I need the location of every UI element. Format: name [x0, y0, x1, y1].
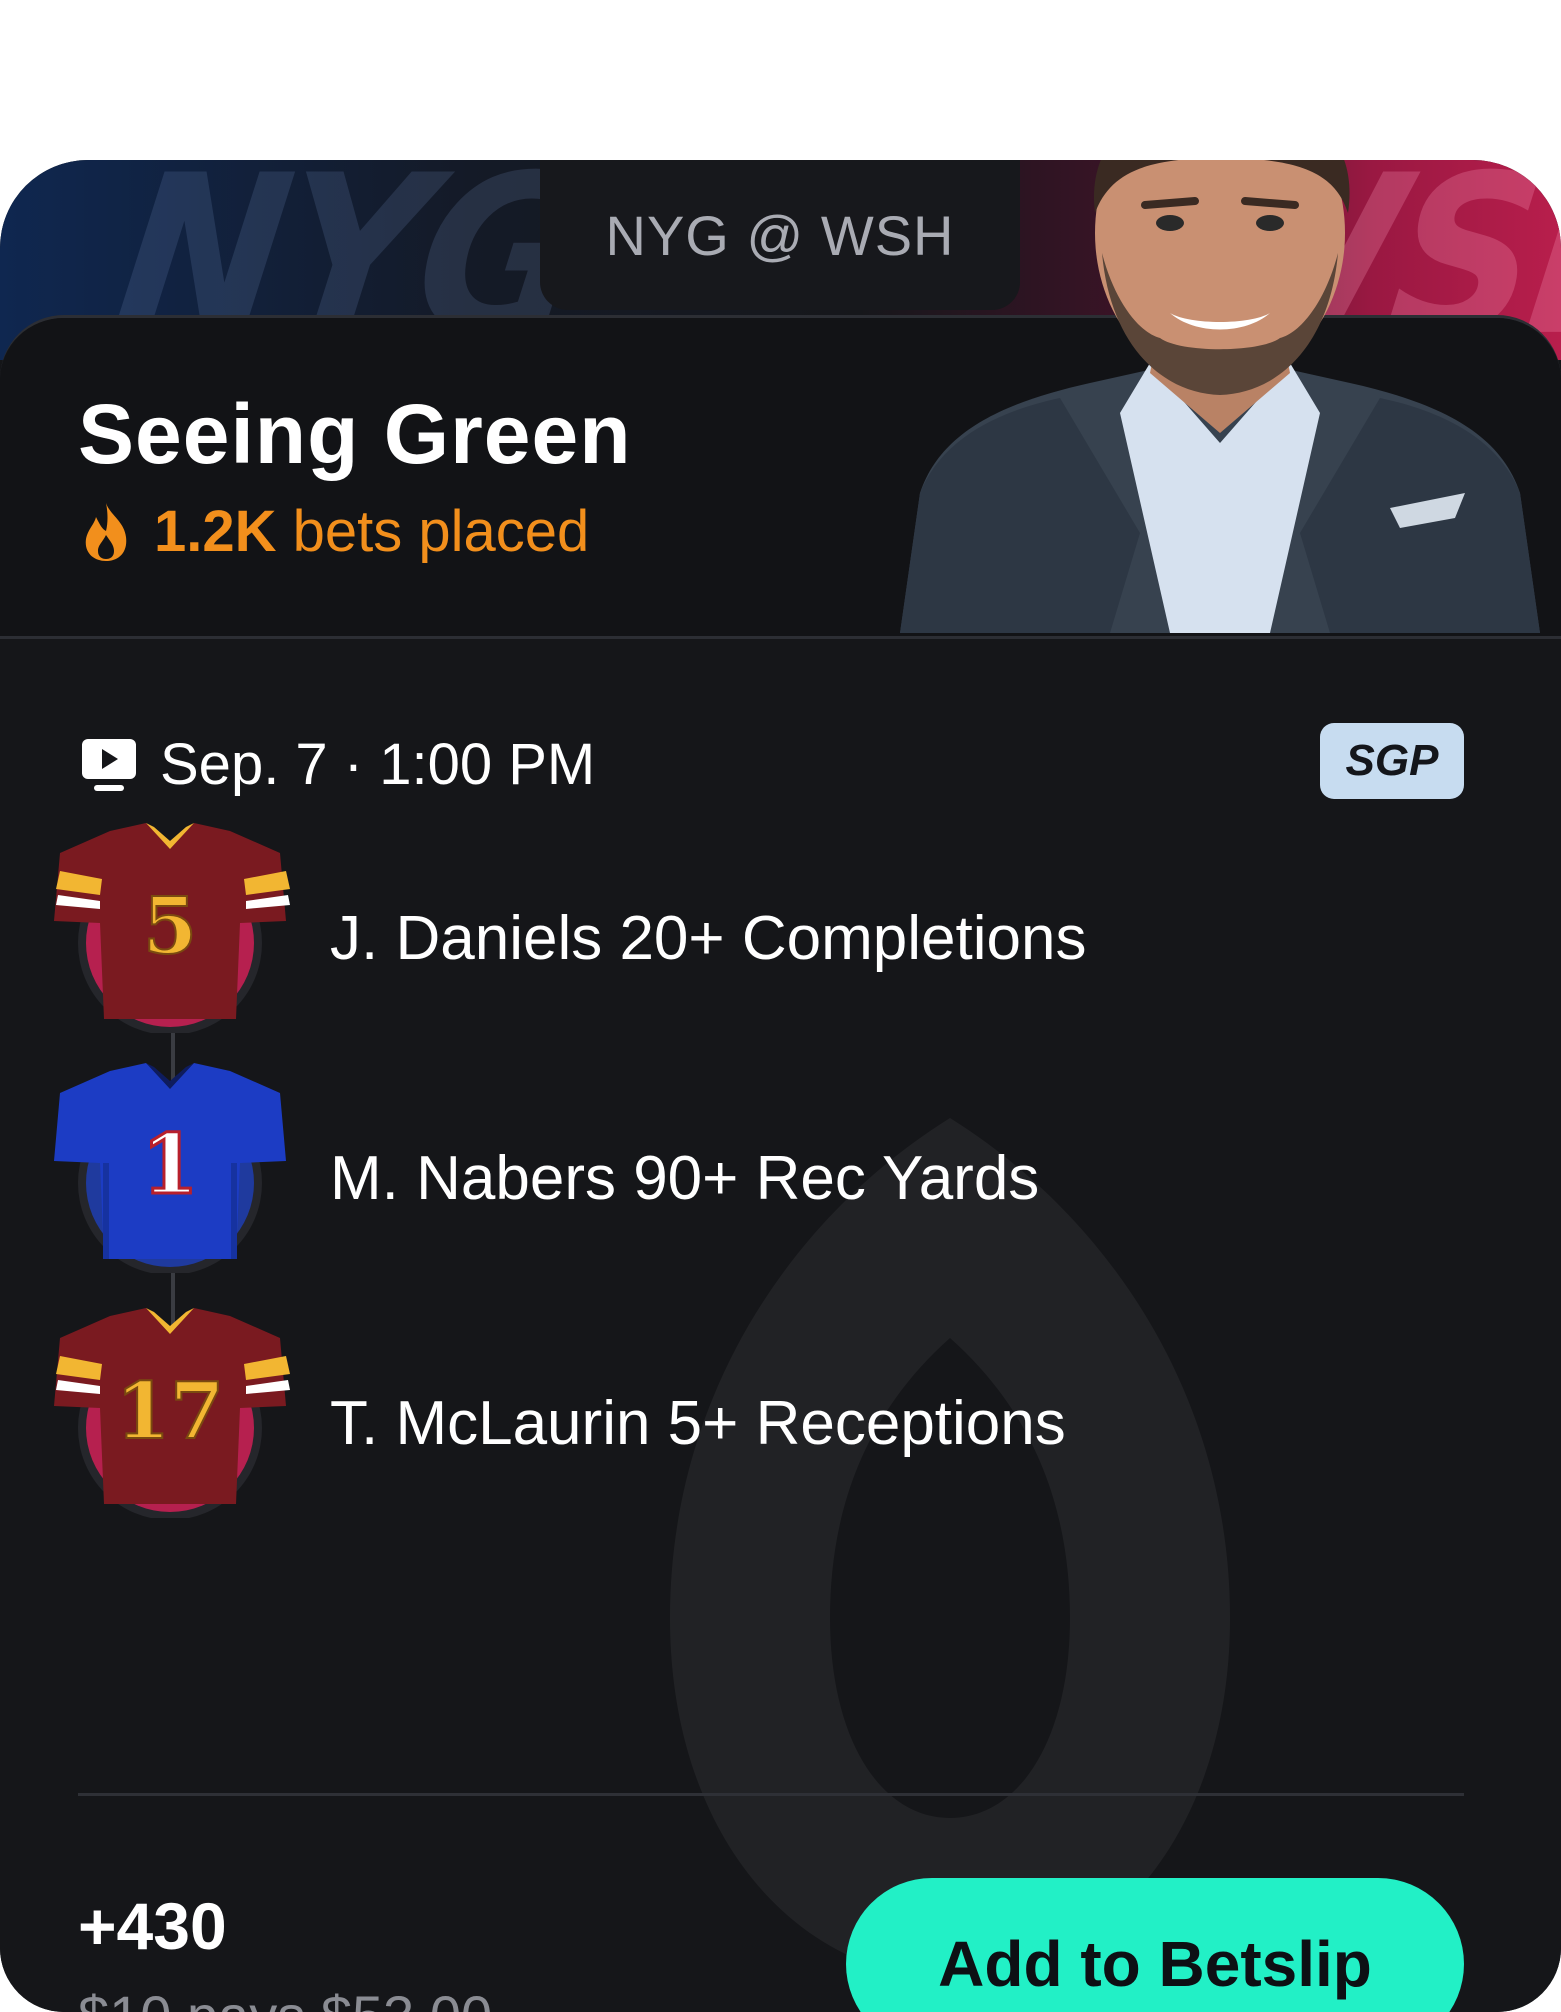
bets-placed-text: 1.2K bets placed — [154, 498, 589, 565]
leg-item[interactable]: 5 J. Daniels 20+ Completions — [50, 823, 1350, 1033]
parlay-odds: +430 — [78, 1889, 227, 1963]
bets-count: 1.2K — [154, 499, 277, 564]
sgp-badge: SGP — [1320, 723, 1464, 799]
tv-play-icon — [82, 738, 136, 791]
leg-item[interactable]: 17 T. McLaurin 5+ Receptions — [50, 1308, 1350, 1518]
footer-divider — [78, 1793, 1464, 1796]
payout-text: $10 pays $53.00 — [78, 1983, 492, 2012]
leg-item[interactable]: 1 M. Nabers 90+ Rec Yards — [50, 1063, 1350, 1273]
jersey-number: 1 — [141, 1117, 198, 1213]
leg-label: T. McLaurin 5+ Receptions — [330, 1389, 1066, 1458]
parlay-card[interactable]: NYG WSH NYG @ WSH Seeing Green 1.2K bets… — [0, 160, 1561, 2012]
jersey-number: 17 — [116, 1366, 225, 1457]
leg-label: M. Nabers 90+ Rec Yards — [330, 1144, 1040, 1213]
jersey-icon: 17 — [54, 1308, 290, 1518]
jersey-icon: 1 — [54, 1063, 286, 1273]
game-datetime: Sep. 7 · 1:00 PM — [160, 732, 596, 797]
jersey-icon: 5 — [54, 823, 290, 1033]
parlay-header: Seeing Green 1.2K bets placed — [0, 160, 1561, 639]
leg-label: J. Daniels 20+ Completions — [330, 904, 1087, 973]
parlay-title: Seeing Green — [78, 387, 632, 481]
bets-placed-row: 1.2K bets placed — [80, 498, 589, 565]
game-time-row: Sep. 7 · 1:00 PM — [80, 731, 595, 798]
add-to-betslip-label: Add to Betslip — [938, 1928, 1372, 2000]
add-to-betslip-button[interactable]: Add to Betslip — [846, 1878, 1464, 2012]
sgp-badge-label: SGP — [1345, 736, 1439, 785]
parlay-panel: Seeing Green 1.2K bets placed Sep. 7 · 1… — [0, 160, 1561, 2012]
host-portrait — [900, 160, 1540, 633]
flame-icon — [85, 502, 127, 561]
jersey-number: 5 — [143, 881, 197, 972]
bets-suffix: bets placed — [292, 499, 590, 564]
